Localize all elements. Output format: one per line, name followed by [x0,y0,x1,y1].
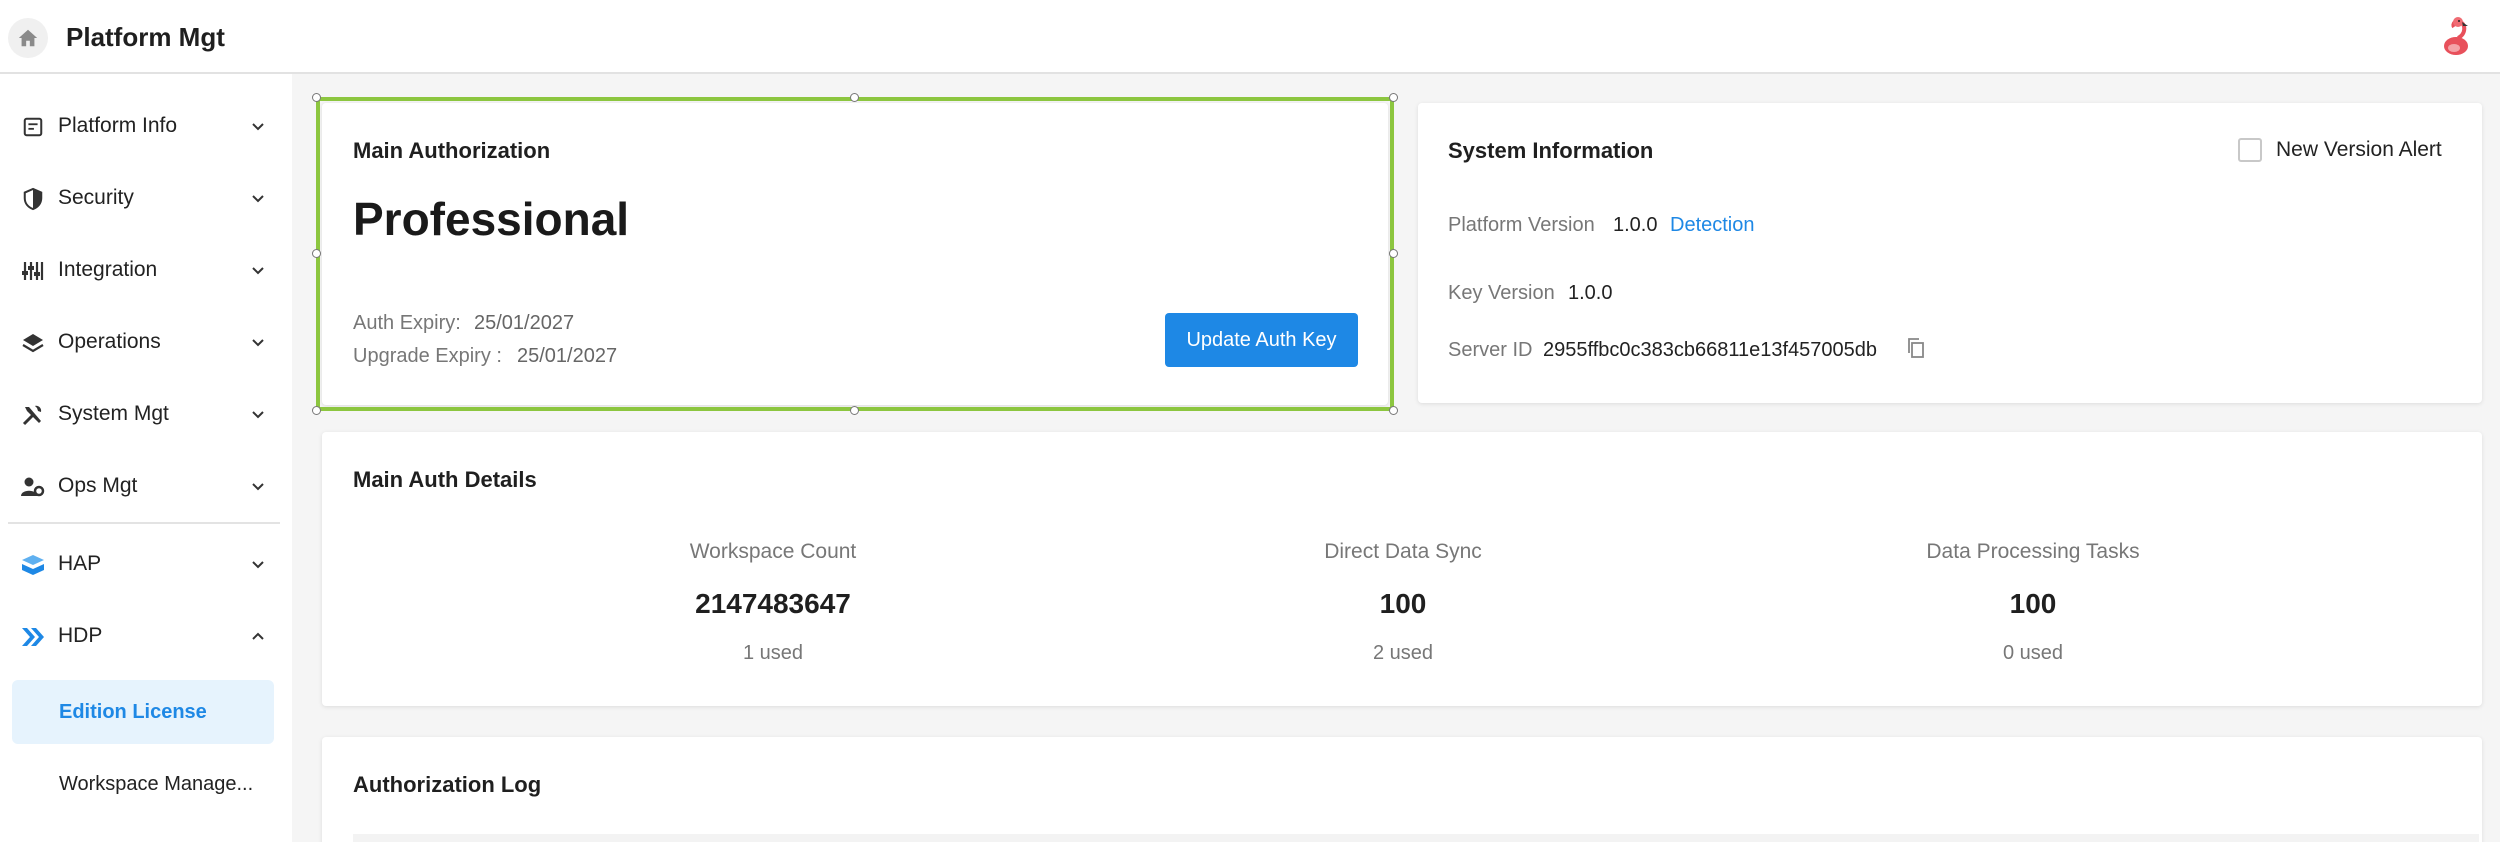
sidebar: Platform Info Security Integration Opera… [0,74,292,842]
tools-icon [20,402,46,428]
stat-label: Direct Data Sync [1324,540,1482,563]
sidebar-item-label: HDP [58,624,103,647]
server-id-value: 2955ffbc0c383cb66811e13f457005db [1543,339,1878,361]
upgrade-expiry-label: Upgrade Expiry : [353,345,502,367]
system-information-title: System Information [1448,138,1654,163]
app-title: Platform Mgt [66,22,225,52]
user-avatar[interactable] [2434,14,2478,58]
resize-handle[interactable] [1389,406,1398,415]
authorization-log-card [322,737,2482,842]
edition-name: Professional [353,193,630,245]
sidebar-item-hdp[interactable]: HDP [0,608,292,664]
hdp-icon [20,624,46,650]
user-gear-icon [20,474,46,500]
main-auth-details-title: Main Auth Details [353,467,537,492]
sliders-icon [20,258,46,284]
chevron-up-icon [248,626,268,646]
flamingo-avatar-icon [2444,17,2468,55]
stat-label: Workspace Count [689,540,857,563]
sidebar-item-label: Ops Mgt [58,474,138,497]
sidebar-item-system-mgt[interactable]: System Mgt [0,386,292,442]
sidebar-item-label: Integration [58,258,158,281]
resize-handle[interactable] [1389,249,1398,258]
sidebar-item-integration[interactable]: Integration [0,242,292,298]
sidebar-subitem-workspace-manage[interactable]: Workspace Manage... [12,752,274,816]
chevron-down-icon [248,332,268,352]
sidebar-item-label: Operations [58,330,161,353]
chevron-down-icon [248,476,268,496]
server-id-label: Server ID [1448,339,1533,361]
hap-icon [20,552,46,578]
layers-icon [20,330,46,356]
resize-handle[interactable] [850,93,859,102]
stat-value: 100 [2009,588,2057,619]
sidebar-item-operations[interactable]: Operations [0,314,292,370]
shield-icon [20,186,46,212]
key-version-label: Key Version [1448,282,1555,304]
stat-label: Data Processing Tasks [1926,540,2140,563]
resize-handle[interactable] [850,406,859,415]
chevron-down-icon [248,404,268,424]
detection-link[interactable]: Detection [1670,214,1755,237]
resize-handle[interactable] [312,249,321,258]
stat-value: 100 [1379,588,1427,619]
auth-expiry-value: 25/01/2027 [474,312,575,334]
stat-used: 2 used [1372,642,1434,664]
chevron-down-icon [248,188,268,208]
stat-used: 1 used [742,642,804,664]
sidebar-item-label: HAP [58,552,102,575]
auth-expiry-label: Auth Expiry: [353,312,461,334]
stat-used: 0 used [2002,642,2064,664]
chevron-down-icon [248,116,268,136]
sidebar-subitem-label: Workspace Manage... [59,772,254,795]
update-auth-key-button[interactable]: Update Auth Key [1165,313,1358,367]
resize-handle[interactable] [312,406,321,415]
copy-icon[interactable] [1906,337,1928,361]
sidebar-subitem-label: Edition License [59,700,207,723]
sidebar-item-label: Platform Info [58,114,178,137]
new-version-alert-label[interactable]: New Version Alert [2276,138,2442,162]
resize-handle[interactable] [312,93,321,102]
new-version-alert-checkbox[interactable] [2238,138,2262,162]
key-version-value: 1.0.0 [1568,282,1613,304]
authorization-log-title: Authorization Log [353,772,542,797]
sidebar-item-hap[interactable]: HAP [0,536,292,592]
sidebar-item-ops-mgt[interactable]: Ops Mgt [0,458,292,514]
chevron-down-icon [248,260,268,280]
sidebar-item-label: System Mgt [58,402,169,425]
main-authorization-title: Main Authorization [353,138,551,163]
platform-version-value: 1.0.0 [1613,214,1658,236]
sidebar-item-security[interactable]: Security [0,170,292,226]
top-header: Platform Mgt [0,0,2500,74]
sidebar-item-label: Security [58,186,134,209]
chevron-down-icon [248,554,268,574]
sidebar-item-platform-info[interactable]: Platform Info [0,98,292,154]
platform-version-label: Platform Version [1448,214,1595,236]
resize-handle[interactable] [1389,93,1398,102]
log-table-header [353,834,2479,842]
home-button[interactable] [8,18,48,58]
sidebar-subitem-edition-license[interactable]: Edition License [12,680,274,744]
sidebar-divider [8,522,280,524]
document-icon [20,114,46,140]
upgrade-expiry-value: 25/01/2027 [517,345,618,367]
home-icon [18,29,38,47]
stat-value: 2147483647 [695,588,851,619]
